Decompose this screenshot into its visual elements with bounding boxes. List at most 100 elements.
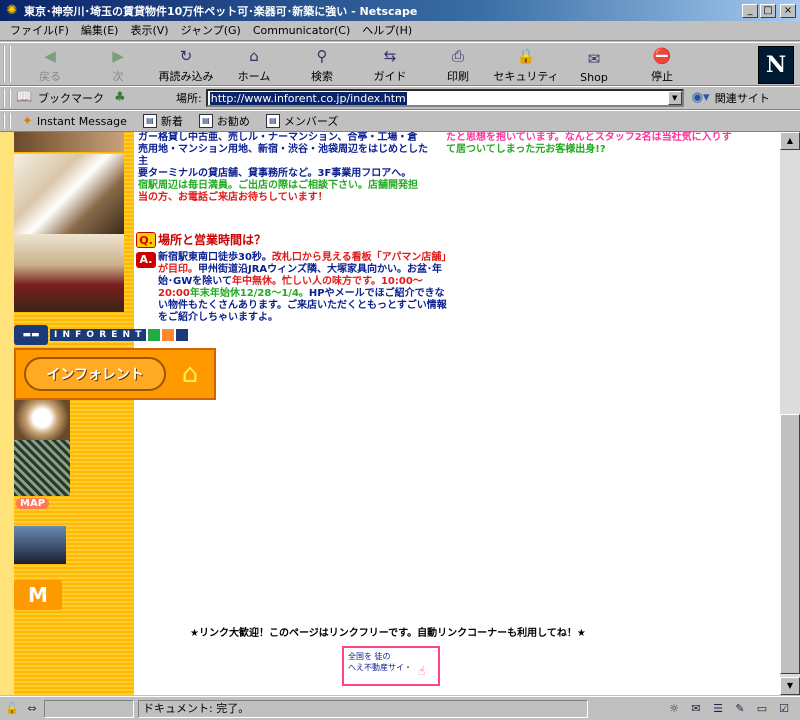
stop-button[interactable]: ⛔ 停止: [628, 44, 696, 84]
bookmark-recommended[interactable]: ▤ お勧め: [198, 113, 250, 129]
mail-icon[interactable]: ✉: [688, 702, 704, 716]
netscape-logo[interactable]: N: [758, 46, 794, 84]
menu-go[interactable]: ジャンプ(G): [175, 21, 247, 41]
related-sites-button[interactable]: ◉▾ 関連サイト: [692, 90, 770, 106]
chevron-down-icon[interactable]: ▼: [667, 91, 682, 105]
inforent-train-logo[interactable]: ▬▬ I N F O R E N T: [14, 324, 238, 346]
home-button[interactable]: ⌂ ホーム: [220, 44, 288, 84]
bookmark-new[interactable]: ▤ 新着: [142, 113, 183, 129]
bookmarks-button[interactable]: 📖 ブックマーク: [16, 90, 108, 106]
back-button[interactable]: ◀ 戻る: [16, 44, 84, 84]
intro-text: ガー格貸し中古亜、売しル・ナーマンション、合亭・工場・倉 売用地・マンション用地…: [138, 132, 434, 204]
city-photo[interactable]: [14, 526, 66, 564]
intro-line: 宿駅周辺は毎日満員。ご出店の際はご相談下さい。店舗開発担: [138, 180, 418, 191]
back-arrow-icon: ◀: [44, 47, 56, 65]
instant-message-button[interactable]: ✦ Instant Message: [22, 114, 127, 129]
related-sites-label: 関連サイト: [714, 92, 770, 105]
bookmark-members[interactable]: ▤ メンバーズ: [265, 113, 338, 129]
netscape-app-icon[interactable]: ✺: [4, 3, 20, 19]
staff-text: たと思想を抱いています。なんとスタッフ2名は当社気に入りす て居ついてしまった元…: [446, 132, 736, 156]
menu-view[interactable]: 表示(V): [124, 21, 174, 41]
toolbar-grip[interactable]: [3, 46, 11, 82]
staff-line: て居ついてしまった元お客様出身!?: [446, 144, 606, 155]
intro-line: 売用地・マンション用地、新宿・渋谷・池袋周辺をはじめとした主: [138, 144, 428, 167]
bookmark-page-icon: ▤: [142, 114, 157, 128]
navigation-toolbar: ◀ 戻る ▶ 次 ↻ 再読み込み ⌂ ホーム ⚲ 検索 ⇆ ガイド ⎙ 印刷 🔒…: [0, 42, 800, 86]
location-input[interactable]: http://www.inforent.co.jp/index.htm ▼: [205, 89, 684, 107]
bookmark-recommended-label: お勧め: [216, 115, 250, 128]
train-engine-icon: ▬▬: [14, 325, 48, 345]
status-bar: 🔓 ⇔ ドキュメント: 完了。 ☼ ✉ ☰ ✎ ▭ ☑: [0, 696, 800, 720]
question-badge: Q.: [136, 232, 156, 248]
scroll-thumb[interactable]: [780, 414, 800, 674]
menu-help[interactable]: ヘルプ(H): [356, 21, 418, 41]
guide-label: ガイド: [373, 70, 407, 83]
map-photo[interactable]: [14, 440, 70, 496]
answer-part: 新宿駅東南口徒歩30秒。: [158, 252, 272, 263]
train-car-icon: [176, 329, 189, 341]
scroll-up-button[interactable]: ▲: [780, 132, 800, 150]
status-text: ドキュメント: 完了。: [138, 699, 588, 718]
component-bar: ☼ ✉ ☰ ✎ ▭ ☑: [666, 702, 800, 716]
location-toolbar: 📖 ブックマーク ♣ 場所: http://www.inforent.co.jp…: [0, 86, 800, 110]
sidebar-stripe: [0, 132, 14, 695]
print-icon: ⎙: [451, 47, 464, 65]
home-label: ホーム: [237, 70, 271, 83]
forward-arrow-icon: ▶: [112, 47, 124, 65]
minimize-button[interactable]: _: [742, 3, 758, 18]
page-proxy-icon[interactable]: ♣: [114, 90, 130, 106]
menu-edit[interactable]: 編集(E): [75, 21, 125, 41]
shop-button[interactable]: ✉ Shop: [560, 44, 628, 84]
scroll-down-button[interactable]: ▼: [780, 677, 800, 695]
location-url[interactable]: http://www.inforent.co.jp/index.htm: [209, 91, 407, 105]
link-notice: ★リンク大歓迎！このページはリンクフリーです。自動リンクコーナーも利用してね！★: [190, 628, 586, 639]
reload-label: 再読み込み: [158, 70, 214, 83]
pointing-hand-icon: ☝: [418, 664, 426, 678]
bookmark-page-icon: ▤: [265, 114, 280, 128]
vertical-scrollbar[interactable]: ▲ ▼: [780, 132, 800, 695]
security-button[interactable]: 🔒 セキュリティ: [492, 44, 560, 84]
print-button[interactable]: ⎙ 印刷: [424, 44, 492, 84]
dog-photo[interactable]: [14, 400, 70, 440]
shop-label: Shop: [580, 71, 608, 84]
question-heading: 場所と営業時間は？: [158, 233, 267, 247]
toolbar-grip[interactable]: [3, 89, 11, 107]
instant-message-icon: ✦: [22, 113, 33, 129]
forward-label: 次: [112, 70, 124, 83]
composer-icon[interactable]: ✎: [732, 702, 748, 716]
instant-message-label: Instant Message: [36, 114, 127, 128]
guide-icon: ⇆: [383, 47, 397, 65]
stop-label: 停止: [651, 70, 673, 83]
brand-banner[interactable]: インフォレント ⌂: [14, 348, 216, 400]
toolbar-grip[interactable]: [3, 113, 11, 129]
heart-badge-icon[interactable]: M: [14, 580, 62, 610]
window-controls: _ □ ×: [742, 3, 796, 18]
link-banner[interactable]: 全国を 徒の へえ不動産サイ・ ☝: [342, 646, 440, 686]
discussion-icon[interactable]: ☰: [710, 702, 726, 716]
connection-icon: ⇔: [27, 701, 37, 715]
forward-button[interactable]: ▶ 次: [84, 44, 152, 84]
guide-button[interactable]: ⇆ ガイド: [356, 44, 424, 84]
menu-file[interactable]: ファイル(F): [4, 21, 75, 41]
answer-badge: A.: [136, 252, 156, 268]
window-title: 東京･神奈川･埼玉の賃貸物件10万件ペット可･楽器可･新築に強い - Netsc…: [24, 4, 418, 18]
link-banner-line: 全国を 徒の: [348, 652, 391, 661]
navigator-icon[interactable]: ☼: [666, 702, 682, 716]
maximize-button[interactable]: □: [760, 3, 776, 18]
house-icon: ⌂: [181, 359, 199, 389]
address-book-icon[interactable]: ▭: [754, 702, 770, 716]
close-button[interactable]: ×: [780, 3, 796, 18]
home-icon: ⌂: [249, 47, 259, 65]
personal-toolbar: ✦ Instant Message ▤ 新着 ▤ お勧め ▤ メンバーズ: [0, 110, 800, 132]
lock-icon: 🔒: [516, 47, 536, 65]
map-link[interactable]: MAP: [16, 498, 50, 509]
checkbox-icon[interactable]: ☑: [776, 702, 792, 716]
shop-icon: ✉: [587, 50, 601, 68]
intro-line: 当の方、お電話ご来店お待ちしています！: [138, 192, 328, 203]
progress-cell: [44, 699, 134, 718]
menu-communicator[interactable]: Communicator(C): [247, 21, 356, 41]
security-lock-icon[interactable]: 🔓: [4, 702, 20, 716]
reload-button[interactable]: ↻ 再読み込み: [152, 44, 220, 84]
search-button[interactable]: ⚲ 検索: [288, 44, 356, 84]
bookmark-book-icon: 📖: [16, 90, 33, 105]
